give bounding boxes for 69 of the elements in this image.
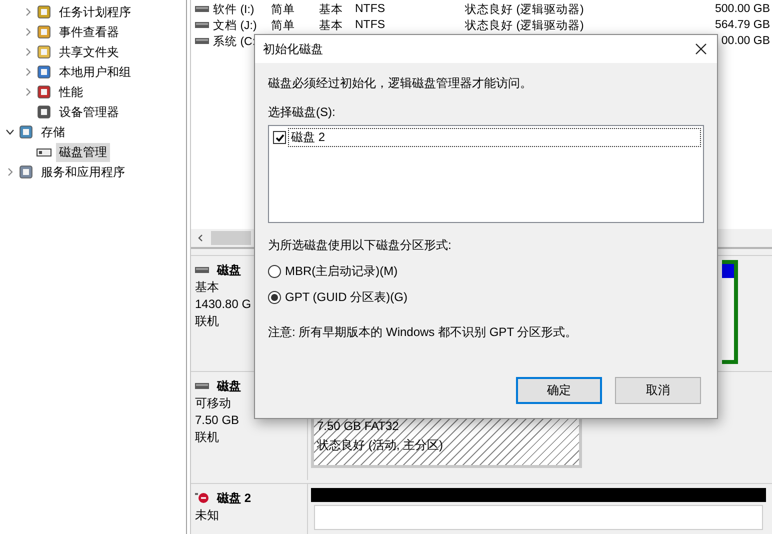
volume-name: 文档 (J:) [213, 18, 258, 32]
tree-node-icon [36, 4, 52, 20]
tree-node-icon [36, 84, 52, 100]
tree-item[interactable]: 事件查看器 [56, 22, 122, 42]
disk-type: 可移动 [195, 395, 231, 411]
partition-block[interactable] [722, 260, 738, 364]
note-text: 注意: 所有早期版本的 Windows 都不识别 GPT 分区形式。 [268, 324, 578, 341]
close-icon[interactable] [695, 43, 707, 55]
layout-cell: 简单 [271, 4, 295, 16]
disk-size: 1430.80 G [195, 296, 252, 312]
scrollbar-thumb[interactable] [211, 231, 251, 245]
filesystem-cell: NTFS [355, 3, 386, 15]
radio-button[interactable] [268, 265, 281, 278]
tree-item[interactable]: 设备管理器 [56, 102, 122, 122]
filesystem-cell: NTFS [355, 19, 386, 31]
status-cell: 状态良好 (逻辑驱动器) [465, 20, 584, 32]
tree-item[interactable]: 任务计划程序 [56, 2, 134, 22]
partition-block[interactable] [311, 488, 766, 530]
radio-label[interactable]: MBR(主启动记录)(M) [285, 263, 398, 280]
tree-node-icon [18, 164, 34, 180]
dialog-button[interactable]: 取消 [615, 377, 701, 404]
disk-status: 联机 [195, 429, 219, 445]
volume-name: 系统 (C: [213, 34, 257, 48]
disk-status: 联机 [195, 313, 219, 329]
disk-type: 未知 [195, 507, 219, 523]
disk-name: 磁盘 [217, 378, 241, 394]
partition-size: 7.50 GB FAT32 [317, 418, 399, 435]
expand-chevron-icon[interactable] [6, 128, 14, 136]
status-cell: 状态良好 (逻辑驱动器) [465, 4, 584, 16]
disk-icon [195, 383, 209, 389]
volume-icon [195, 6, 209, 12]
disk-icon [195, 267, 209, 273]
partition-status: 状态良好 (活动, 主分区) [317, 437, 443, 454]
partition-style-label: 为所选磁盘使用以下磁盘分区形式: [268, 237, 452, 254]
tree-item[interactable]: 性能 [56, 82, 86, 102]
tree-item[interactable]: 服务和应用程序 [38, 162, 128, 182]
dialog-title: 初始化磁盘 [263, 40, 323, 58]
select-disk-label: 选择磁盘(S): [268, 104, 336, 121]
disk-error-icon [195, 492, 209, 504]
disk-name: 磁盘 [217, 262, 241, 278]
scroll-left-icon[interactable] [197, 234, 203, 242]
tree-item[interactable]: 存储 [38, 122, 68, 142]
capacity-cell: 500.00 GB [715, 3, 770, 15]
dialog-button[interactable]: 确定 [516, 377, 602, 404]
tree-item[interactable]: 本地用户和组 [56, 62, 134, 82]
disk-list-item[interactable]: 磁盘 2 [288, 128, 701, 147]
volume-name: 软件 (I:) [213, 2, 256, 16]
dialog-message: 磁盘必须经过初始化，逻辑磁盘管理器才能访问。 [268, 75, 532, 92]
layout-cell: 简单 [271, 20, 295, 32]
disk-size: 7.50 GB [195, 412, 240, 428]
capacity-cell: 564.79 GB [715, 19, 770, 31]
capacity-cell: 00.00 GB [721, 35, 770, 47]
volume-icon [195, 38, 209, 44]
checkbox[interactable] [273, 131, 286, 144]
type-cell: 基本 [319, 20, 343, 32]
volume-icon [195, 22, 209, 28]
tree-node-icon [36, 104, 52, 120]
tree-node-icon [36, 24, 52, 40]
tree-node-icon [18, 124, 34, 140]
radio-button[interactable] [268, 291, 281, 304]
radio-label[interactable]: GPT (GUID 分区表)(G) [285, 289, 408, 306]
tree-item[interactable]: 磁盘管理 [56, 142, 110, 162]
type-cell: 基本 [319, 4, 343, 16]
disk-list[interactable]: 磁盘 2 [268, 125, 704, 223]
disk-name: 磁盘 2 [217, 490, 252, 506]
tree-node-icon [36, 44, 52, 60]
tree-node-icon [36, 64, 52, 80]
tree-item[interactable]: 共享文件夹 [56, 42, 122, 62]
disk-type: 基本 [195, 279, 219, 295]
